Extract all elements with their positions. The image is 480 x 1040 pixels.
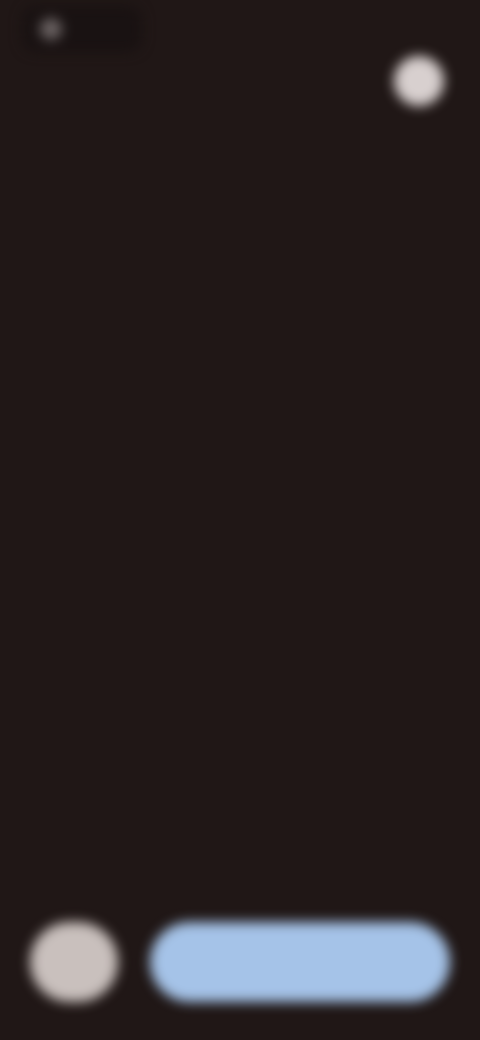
status-dot-icon [40,18,62,40]
primary-action-button[interactable] [150,922,450,1002]
profile-button[interactable] [394,56,444,106]
blurred-content-layer [0,0,480,1040]
message-block [40,396,440,422]
status-pill [22,6,142,52]
secondary-action-button[interactable] [30,922,118,1002]
app-screen [0,0,480,1040]
